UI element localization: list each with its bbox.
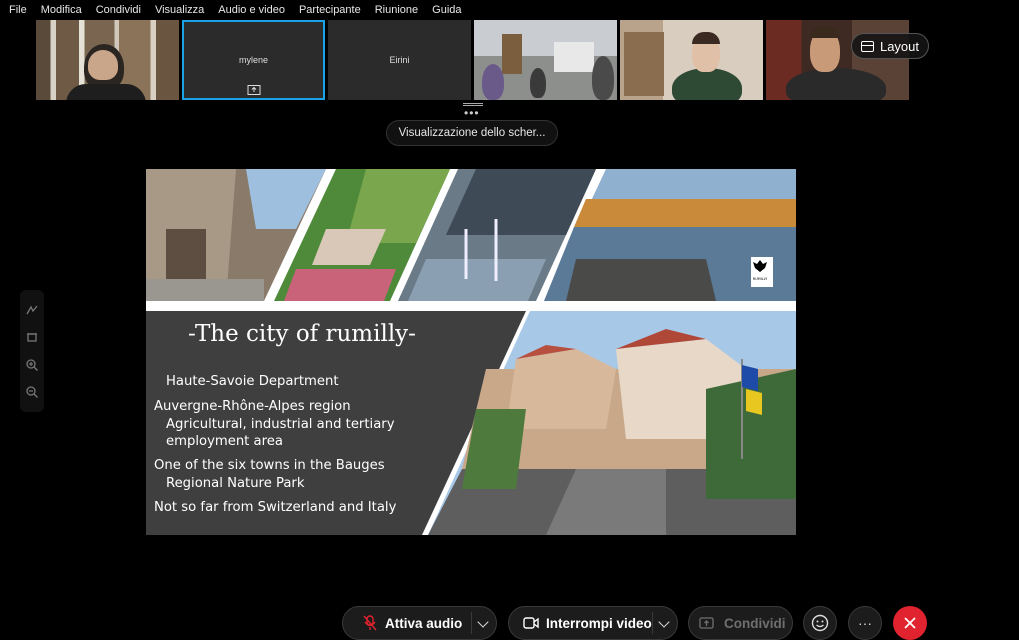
slide-line: Haute-Savoie Department (166, 374, 339, 389)
meeting-controls: Attiva audio Interrompi video Condividi … (0, 602, 1019, 640)
end-call-button[interactable] (893, 606, 927, 640)
layout-label: Layout (879, 38, 920, 54)
participant-face (88, 50, 118, 80)
annotate-icon[interactable] (25, 303, 39, 317)
participant-video (482, 64, 504, 100)
share-label: Condividi (724, 615, 786, 631)
menu-visualizza[interactable]: Visualizza (155, 4, 204, 16)
menu-guida[interactable]: Guida (432, 4, 461, 16)
slide-line: Agricultural, industrial and tertiary (166, 417, 395, 432)
slide-line: Not so far from Switzerland and Italy (154, 500, 397, 515)
layout-button[interactable]: Layout (851, 33, 929, 59)
participant-strip: mylene Eirini (36, 20, 909, 101)
participant-name: mylene (238, 55, 268, 65)
share-screen-icon (247, 85, 260, 95)
slide-line: employment area (166, 434, 283, 449)
zoom-in-icon[interactable] (25, 358, 39, 372)
audio-label: Attiva audio (385, 615, 463, 631)
slide-line: Auvergne-Rhône-Alpes region (154, 399, 351, 414)
reactions-button[interactable] (803, 606, 837, 640)
svg-text:RUMILLY: RUMILLY (753, 277, 768, 281)
slide-title: -The city of rumilly- (188, 321, 416, 347)
participant-name: Eirini (389, 55, 410, 65)
menu-bar: File Modifica Condividi Visualizza Audio… (0, 0, 1019, 20)
stop-video-button[interactable]: Interrompi video (508, 606, 678, 640)
smiley-icon (811, 614, 829, 632)
participant-video (672, 68, 742, 100)
chevron-down-icon[interactable] (477, 616, 489, 628)
microphone-muted-icon (363, 615, 377, 631)
menu-riunione[interactable]: Riunione (375, 4, 418, 16)
video-label: Interrompi video (546, 615, 652, 631)
participant-video (786, 68, 886, 100)
slide-line: One of the six towns in the Bauges (154, 458, 385, 473)
participant-tile[interactable] (620, 20, 763, 100)
slide-line: Regional Nature Park (166, 476, 305, 491)
more-options-icon[interactable]: ••• (464, 107, 480, 119)
participant-tile[interactable] (766, 20, 909, 100)
menu-modifica[interactable]: Modifica (41, 4, 82, 16)
participant-tile[interactable] (36, 20, 179, 100)
menu-partecipante[interactable]: Partecipante (299, 4, 361, 16)
more-button[interactable]: ··· (848, 606, 882, 640)
eagle-icon: RUMILLY (753, 260, 768, 281)
city-logo: RUMILLY (751, 257, 773, 287)
chevron-down-icon[interactable] (658, 616, 670, 628)
menu-condividi[interactable]: Condividi (96, 4, 141, 16)
participant-tile-mylene[interactable]: mylene (182, 20, 325, 100)
close-icon (904, 617, 916, 629)
more-icon: ··· (858, 615, 872, 631)
annotation-toolbar (20, 290, 44, 412)
layout-icon (860, 40, 874, 52)
zoom-out-icon[interactable] (25, 385, 39, 399)
mute-audio-button[interactable]: Attiva audio (342, 606, 497, 640)
participant-tile[interactable] (474, 20, 617, 100)
video-camera-icon (523, 617, 539, 629)
participant-tile-eirini[interactable]: Eirini (328, 20, 471, 100)
screen-share-label[interactable]: Visualizzazione dello scher... (386, 120, 558, 146)
shared-slide: RUMILLY -The city of rumilly- Haute-Savo… (146, 169, 796, 535)
share-button[interactable]: Condividi (688, 606, 793, 640)
eraser-icon[interactable] (25, 330, 39, 344)
share-icon (699, 617, 714, 629)
menu-file[interactable]: File (9, 4, 27, 16)
menu-audio-video[interactable]: Audio e video (218, 4, 285, 16)
